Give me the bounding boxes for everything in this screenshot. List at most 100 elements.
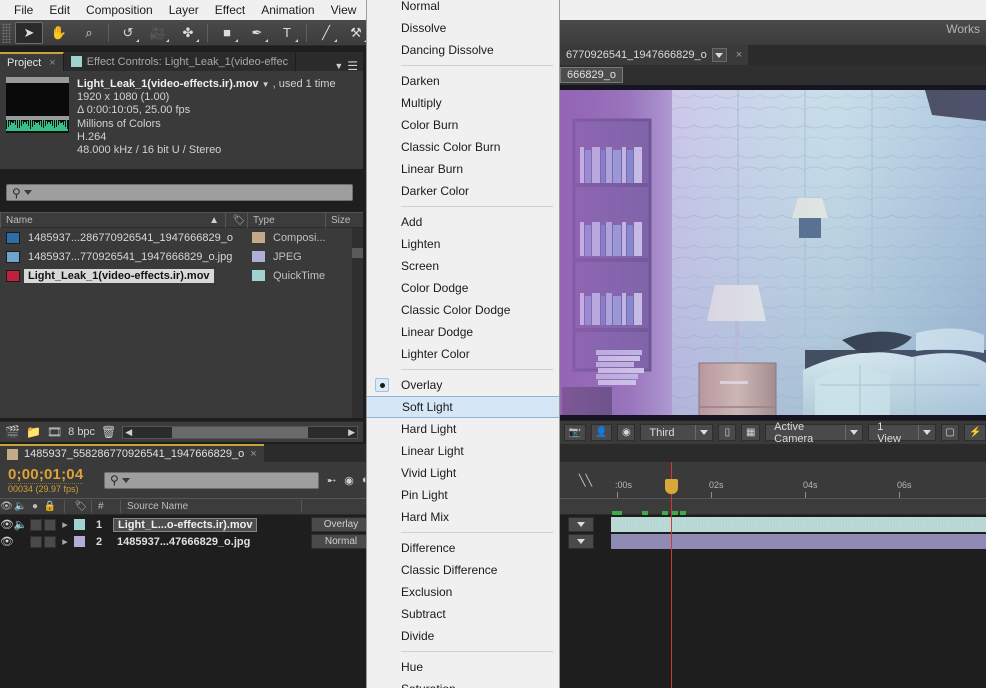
- menu-item-normal[interactable]: Normal: [367, 0, 559, 17]
- blending-mode-menu[interactable]: Normal Dissolve Dancing Dissolve Darken Mult…: [366, 0, 560, 688]
- chevron-down-icon[interactable]: [917, 425, 935, 440]
- menu-item-darker-color[interactable]: Darker Color: [367, 180, 559, 202]
- menu-item-classic-color-dodge[interactable]: Classic Color Dodge: [367, 299, 559, 321]
- viewer-comp-name[interactable]: 666829_o: [560, 67, 623, 83]
- layer-solo-toggle[interactable]: [30, 518, 42, 531]
- close-icon[interactable]: ×: [49, 57, 55, 69]
- snapshot-icon[interactable]: 📷: [564, 424, 586, 441]
- menu-item-soft-light[interactable]: Soft Light: [367, 396, 559, 418]
- menu-item-darken[interactable]: Darken: [367, 70, 559, 92]
- menu-item-add[interactable]: Add: [367, 211, 559, 233]
- keyframe-marker[interactable]: [642, 511, 648, 515]
- transparency-grid-icon[interactable]: ▦: [741, 424, 761, 441]
- layer-visibility-icon[interactable]: 👁: [0, 518, 14, 531]
- new-footage-icon[interactable]: 🎞: [47, 425, 62, 439]
- layer-blend-mode[interactable]: Overlay: [311, 517, 371, 532]
- toolbar-grip[interactable]: [2, 22, 11, 43]
- menu-item-divide[interactable]: Divide: [367, 625, 559, 647]
- label-color-swatch[interactable]: [252, 270, 265, 281]
- layer-track-1[interactable]: [611, 517, 986, 532]
- comp-flowchart-icon[interactable]: ▢: [940, 424, 960, 441]
- menu-item-lighten[interactable]: Lighten: [367, 233, 559, 255]
- close-icon[interactable]: ×: [250, 448, 256, 460]
- channels-icon[interactable]: ◉: [617, 424, 636, 441]
- tab-effect-controls[interactable]: Effect Controls: Light_Leak_1(video-effe…: [64, 52, 297, 71]
- region-of-interest-icon[interactable]: ▯: [718, 424, 737, 441]
- camera-view-select[interactable]: Active Camera: [765, 421, 864, 445]
- delete-icon[interactable]: 🗑: [101, 425, 116, 439]
- menu-item-dissolve[interactable]: Dissolve: [367, 17, 559, 39]
- menu-layer[interactable]: Layer: [161, 1, 207, 19]
- menu-view[interactable]: View: [323, 1, 365, 19]
- menu-item-color-dodge[interactable]: Color Dodge: [367, 277, 559, 299]
- menu-file[interactable]: File: [6, 1, 41, 19]
- fast-previews-icon[interactable]: ⚡: [964, 424, 986, 441]
- column-name[interactable]: Name ▲: [0, 212, 225, 228]
- menu-composition[interactable]: Composition: [78, 1, 161, 19]
- menu-effect[interactable]: Effect: [207, 1, 253, 19]
- timeline-search-input[interactable]: ⚲: [104, 471, 319, 489]
- view-layout-select[interactable]: 1 View: [868, 421, 936, 445]
- panel-menu-button[interactable]: ▼ ☰: [329, 60, 363, 72]
- menu-item-classic-color-burn[interactable]: Classic Color Burn: [367, 136, 559, 158]
- resolution-select[interactable]: Third: [640, 424, 714, 441]
- menu-item-classic-difference[interactable]: Classic Difference: [367, 559, 559, 581]
- list-item[interactable]: 1485937...770926541_1947666829_o.jpg JPEG: [0, 247, 363, 266]
- column-size[interactable]: Size: [325, 212, 363, 228]
- rotation-tool[interactable]: ↺: [114, 22, 142, 44]
- chevron-down-icon[interactable]: [695, 425, 712, 440]
- hand-tool[interactable]: ✋: [45, 22, 73, 44]
- layer-source-name[interactable]: 1485937...47666829_o.jpg: [113, 536, 254, 548]
- composition-mini-flowchart-icon[interactable]: ➸: [327, 474, 336, 487]
- column-source-name[interactable]: Source Name: [121, 501, 301, 512]
- close-icon[interactable]: ×: [736, 49, 742, 61]
- layer-track-2[interactable]: [611, 534, 986, 549]
- menu-item-pin-light[interactable]: Pin Light: [367, 484, 559, 506]
- type-tool[interactable]: T: [273, 22, 301, 44]
- menu-item-saturation[interactable]: Saturation: [367, 678, 559, 688]
- menu-item-dancing-dissolve[interactable]: Dancing Dissolve: [367, 39, 559, 61]
- new-folder-icon[interactable]: 📁: [26, 425, 41, 439]
- camera-tool[interactable]: 🎥: [144, 22, 172, 44]
- draft-3d-icon[interactable]: ◉: [344, 474, 354, 487]
- menu-item-vivid-light[interactable]: Vivid Light: [367, 462, 559, 484]
- chevron-down-icon[interactable]: [711, 48, 727, 62]
- menu-animation[interactable]: Animation: [253, 1, 322, 19]
- layer-solo-toggle[interactable]: [30, 535, 42, 548]
- layer-mode-dropdown[interactable]: [568, 517, 594, 532]
- label-color-swatch[interactable]: [252, 232, 265, 243]
- layer-lock-toggle[interactable]: [44, 518, 56, 531]
- menu-item-hard-mix[interactable]: Hard Mix: [367, 506, 559, 528]
- tab-composition[interactable]: 6770926541_1947666829_o ×: [560, 45, 749, 65]
- layer-audio-icon[interactable]: 🔈: [13, 518, 28, 531]
- playhead-handle[interactable]: [665, 479, 678, 494]
- menu-item-multiply[interactable]: Multiply: [367, 92, 559, 114]
- menu-edit[interactable]: Edit: [41, 1, 78, 19]
- keyframe-marker[interactable]: [662, 511, 668, 515]
- label-color-swatch[interactable]: [252, 251, 265, 262]
- brush-tool[interactable]: ╱: [312, 22, 340, 44]
- show-snapshot-icon[interactable]: 👤: [590, 424, 613, 441]
- menu-item-exclusion[interactable]: Exclusion: [367, 581, 559, 603]
- menu-item-hue[interactable]: Hue: [367, 656, 559, 678]
- selection-tool[interactable]: ➤: [15, 21, 43, 44]
- layer-mode-dropdown[interactable]: [568, 534, 594, 549]
- project-vertical-scrollbar[interactable]: [352, 228, 363, 418]
- bit-depth-label[interactable]: 8 bpc: [68, 426, 95, 438]
- chevron-down-icon[interactable]: [23, 190, 32, 195]
- pen-tool[interactable]: ✒: [243, 22, 271, 44]
- layer-visibility-icon[interactable]: 👁: [0, 535, 14, 548]
- menu-item-lighter-color[interactable]: Lighter Color: [367, 343, 559, 365]
- current-time-indicator[interactable]: [665, 462, 678, 688]
- column-type[interactable]: Type: [247, 212, 325, 228]
- new-comp-icon[interactable]: 🎬: [5, 425, 20, 439]
- menu-item-linear-light[interactable]: Linear Light: [367, 440, 559, 462]
- project-search-input[interactable]: ⚲: [6, 184, 353, 201]
- list-item[interactable]: 1485937...286770926541_1947666829_o Compo…: [0, 228, 363, 247]
- shape-tool[interactable]: ■: [213, 22, 241, 44]
- chevron-down-icon[interactable]: [121, 477, 130, 483]
- menu-item-overlay[interactable]: Overlay: [367, 374, 559, 396]
- layer-label-swatch[interactable]: [74, 536, 85, 547]
- zoom-tool[interactable]: ⌕: [75, 22, 103, 44]
- menu-item-difference[interactable]: Difference: [367, 537, 559, 559]
